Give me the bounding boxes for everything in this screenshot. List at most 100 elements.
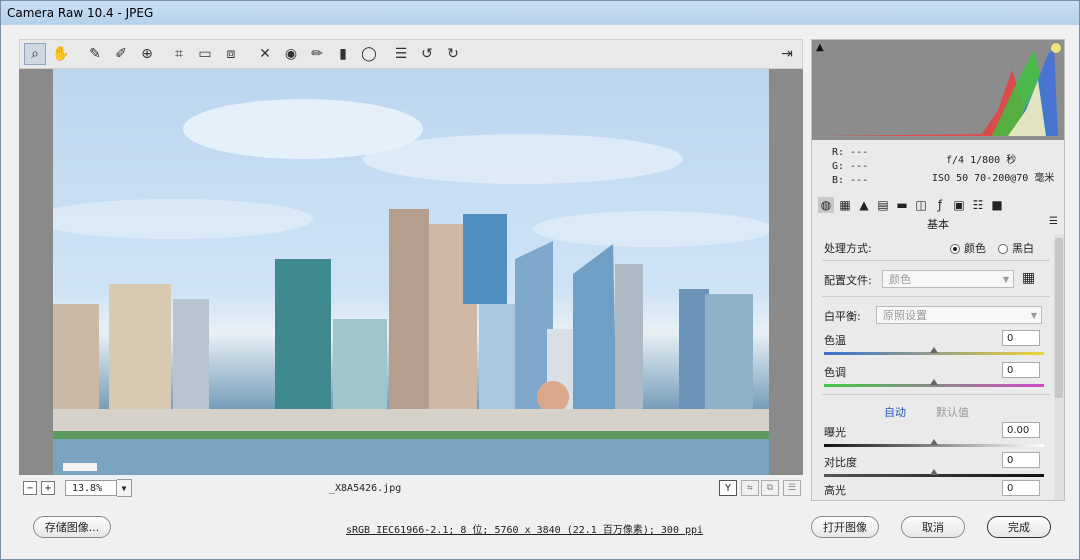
toggle-settings-button[interactable]: ☰ (783, 480, 801, 496)
plus-icon: + (44, 482, 52, 494)
b-readout: B: --- (832, 175, 869, 186)
profile-browser-icon[interactable]: ▦ (1022, 270, 1035, 286)
spot-removal-tool-button[interactable]: ✕ (254, 43, 276, 65)
contrast-input[interactable]: 0 (1002, 452, 1040, 468)
save-image-button[interactable]: 存储图像... (33, 516, 111, 538)
copy-settings-button[interactable]: ⧉ (761, 480, 779, 496)
adjustment-brush-tool-button[interactable]: ✏ (306, 43, 328, 65)
tab-split-toning[interactable]: ▬ (894, 197, 910, 213)
zoom-tool-button[interactable]: ⌕ (24, 43, 46, 65)
red-eye-tool-button[interactable]: ◉ (280, 43, 302, 65)
zoom-dropdown-button[interactable]: ▼ (117, 479, 132, 497)
toggle-icon: ☰ (787, 483, 797, 493)
contrast-slider-thumb[interactable] (930, 469, 938, 475)
swap-before-after-button[interactable]: ⇆ (741, 480, 759, 496)
tab-lens[interactable]: ◫ (913, 197, 929, 213)
temperature-label: 色温 (824, 334, 846, 347)
highlights-label: 高光 (824, 484, 846, 497)
chevron-down-icon: ▼ (1030, 310, 1037, 320)
tint-slider-thumb[interactable] (930, 379, 938, 385)
white-balance-value: 原照设置 (883, 309, 927, 322)
color-sampler-icon: ✐ (115, 46, 127, 62)
exposure-slider[interactable] (824, 439, 1044, 447)
default-link[interactable]: 默认值 (936, 404, 969, 420)
scrollbar-thumb[interactable] (1055, 238, 1063, 398)
window-title: Camera Raw 10.4 - JPEG (7, 6, 154, 20)
aperture-icon: ◍ (820, 198, 832, 212)
before-after-view-button[interactable]: Y (719, 480, 737, 496)
tab-detail[interactable]: ▲ (856, 197, 872, 213)
tab-snapshots[interactable]: ■ (989, 197, 1005, 213)
exposure-input[interactable]: 0.00 (1002, 422, 1040, 438)
hand-tool-button[interactable]: ✋ (50, 43, 72, 65)
radio-bw[interactable] (998, 244, 1008, 254)
tint-input[interactable]: 0 (1002, 362, 1040, 378)
workflow-options-link[interactable]: sRGB IEC61966-2.1; 8 位; 5760 x 3840 (22.… (346, 521, 703, 536)
radio-color[interactable] (950, 244, 960, 254)
crop-tool-button[interactable]: ⌗ (168, 43, 190, 65)
exif-exposure: f/4 1/800 秒 (946, 155, 1017, 166)
auto-link[interactable]: 自动 (884, 404, 906, 420)
city-skyline-image (53, 99, 769, 475)
radial-filter-tool-button[interactable]: ◯ (358, 43, 380, 65)
shadow-clipping-icon: ▲ (816, 42, 824, 53)
divider (822, 260, 1050, 261)
preview-area[interactable] (19, 69, 803, 475)
white-balance-tool-button[interactable]: ✎ (84, 43, 106, 65)
panel-scrollbar[interactable] (1054, 234, 1064, 500)
title-bar: Camera Raw 10.4 - JPEG (1, 1, 1079, 25)
rotate-left-icon: ↺ (421, 46, 433, 62)
treatment-bw-option[interactable]: 黑白 (998, 240, 1034, 256)
profile-value: 颜色 (889, 273, 911, 286)
zoom-out-button[interactable]: − (23, 481, 37, 495)
zoom-level-field[interactable]: 13.8% (65, 480, 117, 496)
temperature-input[interactable]: 0 (1002, 330, 1040, 346)
preview-image (53, 69, 769, 475)
targeted-adjust-icon: ⊕ (141, 46, 153, 62)
tab-tone-curve[interactable]: ▦ (837, 197, 853, 213)
tint-slider[interactable] (824, 379, 1044, 387)
adjustments-pane: ▲ R: --- G: --- B: --- f/4 1/800 秒 ISO 5… (811, 39, 1065, 501)
fullscreen-button[interactable]: ⇥ (776, 43, 798, 65)
transform-tool-button[interactable]: ⧈ (220, 43, 242, 65)
split-icon: ▬ (896, 198, 908, 212)
transform-icon: ⧈ (226, 46, 236, 62)
zoom-in-button[interactable]: + (41, 481, 55, 495)
contrast-slider[interactable] (824, 469, 1044, 477)
snapshot-icon: ■ (991, 198, 1003, 212)
minus-icon: − (26, 482, 34, 494)
red-eye-icon: ◉ (284, 46, 298, 62)
done-button[interactable]: 完成 (987, 516, 1051, 538)
color-sampler-tool-button[interactable]: ✐ (110, 43, 132, 65)
rotate-left-button[interactable]: ↺ (416, 43, 438, 65)
tab-presets[interactable]: ☷ (970, 197, 986, 213)
copy-icon: ⧉ (766, 483, 774, 493)
exif-info: f/4 1/800 秒 ISO 50 70-200@70 毫米 (932, 152, 1054, 188)
cancel-button[interactable]: 取消 (901, 516, 965, 538)
adjustment-brush-icon: ✏ (311, 46, 323, 62)
temperature-slider-thumb[interactable] (930, 347, 938, 353)
tab-effects[interactable]: ƒ (932, 197, 948, 213)
profile-select[interactable]: 颜色 ▼ (882, 270, 1014, 288)
exif-iso-lens: ISO 50 70-200@70 毫米 (932, 173, 1055, 184)
highlights-input[interactable]: 0 (1002, 480, 1040, 496)
treatment-color-option[interactable]: 颜色 (950, 240, 986, 256)
tab-basic[interactable]: ◍ (818, 197, 834, 213)
white-balance-select[interactable]: 原照设置 ▼ (876, 306, 1042, 324)
basic-panel: 处理方式: 颜色 黑白 配置文件: 颜色 ▼ ▦ 白平衡: 原照设置 ▼ 色温 … (812, 234, 1052, 500)
panel-menu-icon[interactable]: ☰ (1049, 216, 1058, 227)
mountain-icon: ▲ (859, 198, 869, 212)
tab-hsl[interactable]: ▤ (875, 197, 891, 213)
rotate-right-button[interactable]: ↻ (442, 43, 464, 65)
preferences-button[interactable]: ☰ (390, 43, 412, 65)
open-image-button[interactable]: 打开图像 (811, 516, 879, 538)
camera-raw-window: Camera Raw 10.4 - JPEG ⌕ ✋ ✎ ✐ ⊕ ⌗ ▭ ⧈ ✕… (0, 0, 1080, 560)
temperature-slider[interactable] (824, 347, 1044, 355)
panel-tabs: ◍ ▦ ▲ ▤ ▬ ◫ ƒ ▣ ☷ ■ (812, 194, 1064, 216)
radial-filter-icon: ◯ (361, 46, 377, 62)
exposure-slider-thumb[interactable] (930, 439, 938, 445)
graduated-filter-tool-button[interactable]: ▮ (332, 43, 354, 65)
targeted-adjust-tool-button[interactable]: ⊕ (136, 43, 158, 65)
straighten-tool-button[interactable]: ▭ (194, 43, 216, 65)
tab-calibration[interactable]: ▣ (951, 197, 967, 213)
